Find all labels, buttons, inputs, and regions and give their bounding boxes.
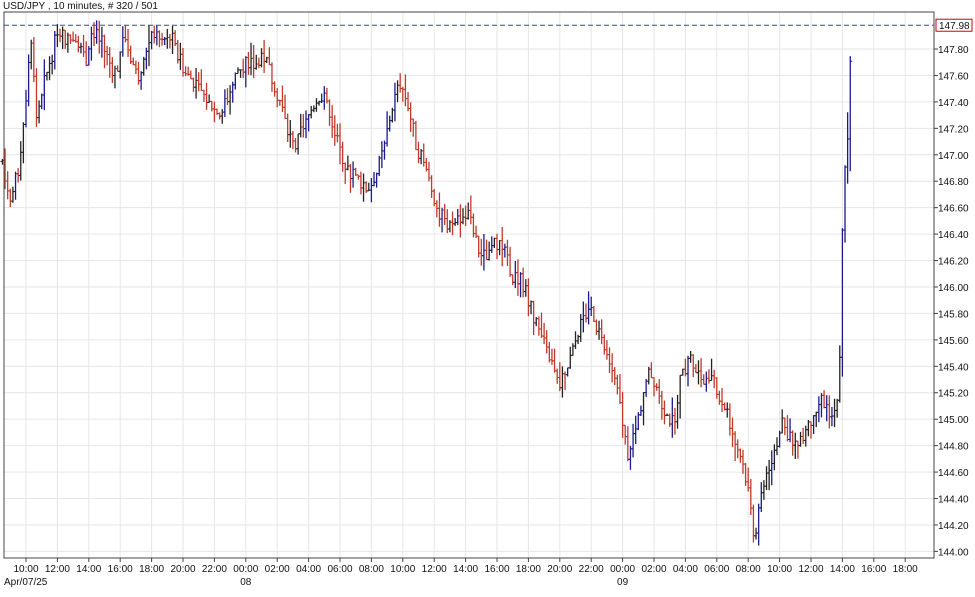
x-tick-label: 12:00: [422, 564, 447, 575]
y-tick-label: 146.20: [938, 257, 969, 268]
x-tick-label: 18:00: [893, 564, 918, 575]
x-tick-label: 12:00: [45, 564, 70, 575]
x-tick-label: 20:00: [547, 564, 572, 575]
y-axis: 144.00 144.20 144.40 144.60 144.80 145.00 145.…: [934, 19, 972, 558]
y-tick-label: 146.40: [938, 230, 969, 241]
y-tick-label: 146.80: [938, 177, 969, 188]
x-tick-label: 14:00: [76, 564, 101, 575]
x-tick-label: 08:00: [736, 564, 761, 575]
y-tick-label: 145.20: [938, 389, 969, 400]
x-tick-label: 12:00: [798, 564, 823, 575]
y-tick-label: 147.20: [938, 124, 969, 135]
y-tick-label: 144.40: [938, 495, 969, 506]
x-tick-label: 16:00: [108, 564, 133, 575]
x-tick-label: 06:00: [327, 564, 352, 575]
x-tick-label: 14:00: [453, 564, 478, 575]
x-tick-label: 10:00: [390, 564, 415, 575]
x-tick-label: 14:00: [830, 564, 855, 575]
x-tick-label: 22:00: [202, 564, 227, 575]
x-tick-label: 06:00: [704, 564, 729, 575]
x-tick-label: 04:00: [296, 564, 321, 575]
y-tick-label: 145.40: [938, 362, 969, 373]
grid-layer: [4, 12, 934, 558]
x-tick-label: 02:00: [641, 564, 666, 575]
x-tick-label: 16:00: [861, 564, 886, 575]
x-tick-label: 18:00: [139, 564, 164, 575]
y-tick-label: 147.00: [938, 151, 969, 162]
x-tick-label: 00:00: [233, 564, 258, 575]
chart-root: 144.00 144.20 144.40 144.60 144.80 145.00 145.…: [0, 0, 975, 592]
x-tick-label: 10:00: [767, 564, 792, 575]
x-tick-label: 18:00: [516, 564, 541, 575]
x-axis: 10:00 12:00 14:00 16:00 18:00 20:00 22:00 00:00…: [4, 558, 918, 588]
y-tick-label: 146.00: [938, 283, 969, 294]
x-date-label: 08: [240, 577, 252, 588]
chart-title: USD/JPY , 10 minutes, # 320 / 501: [3, 1, 158, 12]
y-tick-label: 147.60: [938, 71, 969, 82]
x-tick-label: 16:00: [484, 564, 509, 575]
x-tick-label: 08:00: [359, 564, 384, 575]
y-tick-label: 145.80: [938, 309, 969, 320]
y-tick-label: 146.60: [938, 204, 969, 215]
x-tick-label: 10:00: [13, 564, 38, 575]
x-date-label: 09: [617, 577, 629, 588]
y-tick-label: 144.80: [938, 442, 969, 453]
last-price-label: 147.98: [939, 21, 970, 32]
y-tick-label: 147.40: [938, 98, 969, 109]
y-tick-label: 144.20: [938, 521, 969, 532]
x-tick-label: 04:00: [673, 564, 698, 575]
y-tick-label: 144.60: [938, 468, 969, 479]
x-tick-label: 00:00: [610, 564, 635, 575]
x-tick-label: 02:00: [265, 564, 290, 575]
x-tick-label: 22:00: [579, 564, 604, 575]
x-date-label: Apr/07/25: [4, 577, 48, 588]
y-tick-label: 145.00: [938, 415, 969, 426]
ohlc-chart: 144.00 144.20 144.40 144.60 144.80 145.00 145.…: [0, 0, 975, 592]
y-tick-label: 147.80: [938, 45, 969, 56]
y-tick-label: 144.00: [938, 547, 969, 558]
y-tick-label: 145.60: [938, 336, 969, 347]
plot-background: [4, 12, 934, 558]
x-tick-label: 20:00: [170, 564, 195, 575]
